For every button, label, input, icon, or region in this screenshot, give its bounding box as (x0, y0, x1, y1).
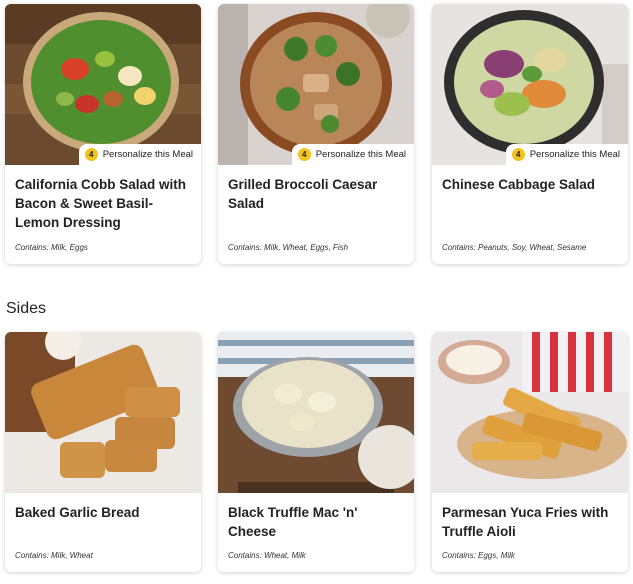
side-photo-garlic-bread[interactable] (5, 332, 201, 493)
side-photo-yuca-fries[interactable] (432, 332, 628, 493)
allergen-info: Contains: Wheat, Milk (228, 551, 306, 560)
meal-card[interactable]: 4 Personalize this Meal Chinese Cabbage … (432, 4, 628, 264)
side-card[interactable]: Parmesan Yuca Fries with Truffle Aioli C… (432, 332, 628, 572)
side-title[interactable]: Parmesan Yuca Fries with Truffle Aioli (432, 493, 628, 541)
meal-title[interactable]: Grilled Broccoli Caesar Salad (218, 165, 414, 213)
personalize-label: Personalize this Meal (102, 149, 193, 160)
meal-photo-cobb-salad[interactable]: 4 Personalize this Meal (5, 4, 201, 165)
side-title[interactable]: Baked Garlic Bread (5, 493, 201, 522)
side-title[interactable]: Black Truffle Mac 'n' Cheese (218, 493, 414, 541)
personalize-label: Personalize this Meal (315, 149, 406, 160)
personalize-meal-button[interactable]: 4 Personalize this Meal (78, 144, 201, 165)
allergen-info: Contains: Milk, Wheat, Eggs, Fish (228, 243, 349, 252)
personalize-count-badge: 4 (511, 148, 525, 161)
meal-card[interactable]: 4 Personalize this Meal California Cobb … (5, 4, 201, 264)
personalize-label: Personalize this Meal (529, 149, 620, 160)
allergen-info: Contains: Peanuts, Soy, Wheat, Sesame (442, 243, 587, 252)
section-heading-sides: Sides (6, 300, 47, 317)
meal-photo-cabbage-salad[interactable]: 4 Personalize this Meal (432, 4, 628, 165)
meal-photo-broccoli-caesar[interactable]: 4 Personalize this Meal (218, 4, 414, 165)
side-photo-truffle-mac[interactable] (218, 332, 414, 493)
meal-title[interactable]: Chinese Cabbage Salad (432, 165, 628, 194)
personalize-count-badge: 4 (84, 148, 98, 161)
allergen-info: Contains: Milk, Eggs (15, 243, 88, 252)
side-card[interactable]: Baked Garlic Bread Contains: Milk, Wheat (5, 332, 201, 572)
allergen-info: Contains: Milk, Wheat (15, 551, 93, 560)
personalize-meal-button[interactable]: 4 Personalize this Meal (505, 144, 628, 165)
side-card[interactable]: Black Truffle Mac 'n' Cheese Contains: W… (218, 332, 414, 572)
meal-title[interactable]: California Cobb Salad with Bacon & Sweet… (5, 165, 201, 232)
allergen-info: Contains: Eggs, Milk (442, 551, 515, 560)
personalize-count-badge: 4 (297, 148, 311, 161)
personalize-meal-button[interactable]: 4 Personalize this Meal (291, 144, 414, 165)
meal-card[interactable]: 4 Personalize this Meal Grilled Broccoli… (218, 4, 414, 264)
